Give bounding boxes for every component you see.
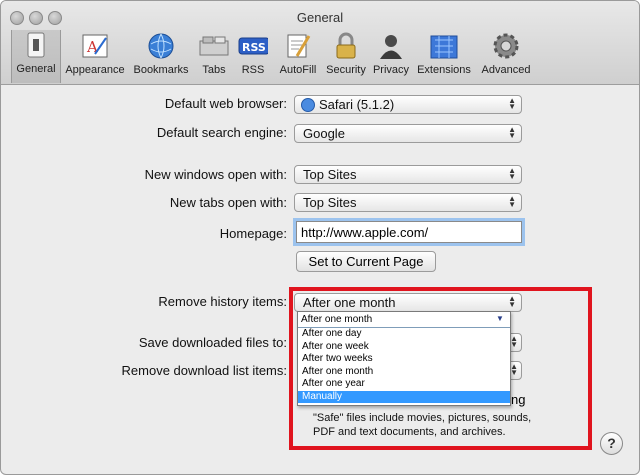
homepage-field[interactable]: http://www.apple.com/: [296, 221, 522, 243]
tab-tabs[interactable]: Tabs: [194, 31, 234, 81]
tab-bookmarks[interactable]: Bookmarks: [131, 31, 191, 81]
globe-icon: [146, 31, 176, 61]
safari-compass-icon: [301, 98, 315, 112]
gear-icon: [491, 31, 521, 61]
tab-appearance[interactable]: A Appearance: [63, 31, 127, 81]
new-windows-label: New windows open with:: [144, 167, 287, 182]
default-browser-select[interactable]: Safari (5.1.2) ▲ ▼: [294, 95, 522, 114]
remove-history-label: Remove history items:: [158, 294, 287, 309]
up-down-arrows-icon: ▲ ▼: [508, 96, 516, 111]
search-engine-select[interactable]: Google ▲ ▼: [294, 124, 522, 143]
default-browser-label: Default web browser:: [164, 96, 287, 111]
new-windows-value: Top Sites: [303, 167, 357, 182]
rss-icon: RSS: [238, 31, 268, 61]
remove-download-list-label: Remove download list items:: [121, 363, 287, 378]
tab-rss[interactable]: RSS RSS: [236, 31, 270, 81]
search-engine-value: Google: [303, 126, 345, 141]
new-tabs-select[interactable]: Top Sites ▲ ▼: [294, 193, 522, 212]
up-down-arrows-icon: ▲ ▼: [508, 166, 516, 181]
tab-general[interactable]: General: [11, 30, 61, 83]
default-browser-value: Safari (5.1.2): [319, 97, 395, 112]
autofill-icon: [283, 31, 313, 61]
general-switch-icon: [21, 30, 51, 60]
tab-autofill[interactable]: AutoFill: [274, 31, 322, 81]
up-down-arrows-icon: ▲ ▼: [508, 125, 516, 140]
window-title: General: [296, 10, 344, 25]
help-button[interactable]: ?: [600, 432, 623, 455]
tab-privacy[interactable]: Privacy: [372, 31, 410, 81]
appearance-icon: A: [80, 31, 110, 61]
privacy-person-icon: [376, 31, 406, 61]
search-engine-label: Default search engine:: [156, 125, 287, 140]
up-down-arrows-icon: ▲ ▼: [508, 194, 516, 209]
new-windows-select[interactable]: Top Sites ▲ ▼: [294, 165, 522, 184]
new-tabs-label: New tabs open with:: [169, 195, 287, 210]
svg-text:RSS: RSS: [242, 41, 266, 54]
tab-advanced[interactable]: Advanced: [479, 31, 533, 81]
lock-icon: [331, 31, 361, 61]
set-to-current-page-button[interactable]: Set to Current Page: [296, 251, 436, 272]
toolbar: General General A Appearance Bookmarks T…: [1, 1, 639, 85]
highlight-box: [289, 287, 592, 450]
preferences-window: General General A Appearance Bookmarks T…: [0, 0, 640, 475]
extensions-icon: [429, 31, 459, 61]
tabs-icon: [199, 31, 229, 61]
homepage-label: Homepage:: [219, 226, 287, 241]
save-downloads-label: Save downloaded files to:: [138, 335, 287, 350]
tab-extensions[interactable]: Extensions: [415, 31, 473, 81]
tab-security[interactable]: Security: [324, 31, 368, 81]
new-tabs-value: Top Sites: [303, 195, 357, 210]
